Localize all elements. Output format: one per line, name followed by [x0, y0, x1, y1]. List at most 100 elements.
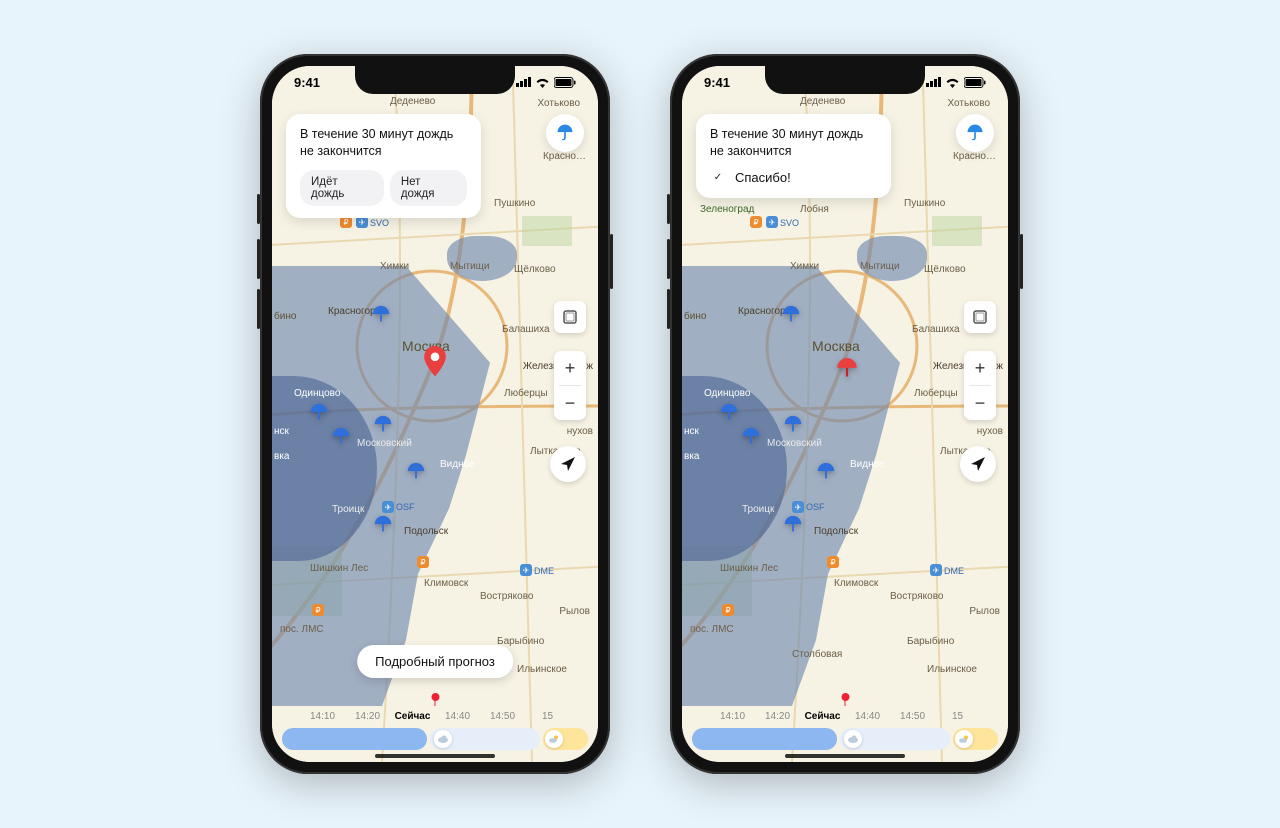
- phone-mockup-left: Деденево Хотьково Зеленоград Лобня Пушки…: [260, 54, 610, 774]
- forecast-segment-rain: [282, 728, 427, 750]
- timeline-tick: 14:10: [300, 711, 345, 722]
- timeline-scrubber[interactable]: 14:10 14:20 Сейчас 14:40 14:50 15: [272, 706, 598, 726]
- city-label: нухов: [567, 426, 593, 437]
- city-label: Климовск: [834, 578, 878, 589]
- locate-me-button[interactable]: [960, 446, 996, 482]
- city-label: Люберцы: [914, 388, 958, 399]
- forecast-segment-cloudy: [430, 728, 540, 750]
- umbrella-report-icon[interactable]: [330, 426, 352, 448]
- city-label: Деденево: [800, 96, 845, 107]
- zoom-controls: + −: [554, 351, 586, 420]
- forecast-strip[interactable]: [282, 728, 588, 750]
- city-label: Востряково: [890, 591, 944, 602]
- zoom-out-button[interactable]: −: [554, 386, 586, 420]
- forecast-card: В течение 30 минут дождь не закончится ✓…: [696, 114, 891, 198]
- umbrella-report-icon[interactable]: [780, 304, 802, 326]
- zoom-controls: + −: [964, 351, 996, 420]
- city-label: Хотьково: [538, 98, 581, 109]
- feedback-rain-button[interactable]: Идёт дождь: [300, 170, 384, 206]
- poi-label: SVO: [780, 218, 799, 228]
- timeline-now-marker: [845, 698, 846, 706]
- city-label: Хотьково: [948, 98, 991, 109]
- timeline-tick: 14:20: [345, 711, 390, 722]
- umbrella-report-icon[interactable]: [308, 402, 330, 424]
- timeline-tick-now: Сейчас: [390, 711, 435, 722]
- home-indicator: [375, 754, 495, 758]
- city-label: бино: [684, 311, 706, 322]
- umbrella-report-icon[interactable]: [782, 514, 804, 536]
- timeline-tick: 15: [935, 711, 980, 722]
- timeline-scrubber[interactable]: 14:10 14:20 Сейчас 14:40 14:50 15: [682, 706, 1008, 726]
- poi-airport-icon: ✈: [356, 216, 368, 228]
- city-label: нск: [274, 426, 289, 437]
- city-label: Подольск: [814, 526, 858, 537]
- screen: Деденево Хотьково Зеленоград Лобня Пушки…: [272, 66, 598, 762]
- city-label: Щёлково: [924, 264, 966, 275]
- poi-ruble-icon: ₽: [750, 216, 762, 228]
- timeline-tick: 14:50: [890, 711, 935, 722]
- locate-me-button[interactable]: [550, 446, 586, 482]
- rain-overlay-blob: [857, 236, 927, 281]
- forecast-message: В течение 30 минут дождь не закончится: [300, 126, 467, 160]
- cloud-icon: [434, 730, 452, 748]
- forecast-segment-sunny: [543, 728, 588, 750]
- precipitation-toggle-button[interactable]: [546, 114, 584, 152]
- city-label: Мытищи: [450, 261, 490, 272]
- home-indicator: [785, 754, 905, 758]
- city-label: вка: [274, 451, 289, 462]
- umbrella-report-icon[interactable]: [370, 304, 392, 326]
- city-label: Зеленоград: [700, 204, 754, 215]
- poi-ruble-icon: ₽: [340, 216, 352, 228]
- city-label: Химки: [380, 261, 409, 272]
- rain-overlay-blob: [447, 236, 517, 281]
- cellular-signal-icon: [516, 77, 531, 87]
- umbrella-report-icon[interactable]: [372, 414, 394, 436]
- city-label: вка: [684, 451, 699, 462]
- umbrella-report-icon[interactable]: [740, 426, 762, 448]
- city-label: Лобня: [800, 204, 829, 215]
- screen: Деденево Хотьково Зеленоград Лобня Пушки…: [682, 66, 1008, 762]
- umbrella-report-icon[interactable]: [815, 461, 837, 483]
- precipitation-toggle-button[interactable]: [956, 114, 994, 152]
- timeline-tick: 14:20: [755, 711, 800, 722]
- city-label: Барыбино: [907, 636, 954, 647]
- zoom-in-button[interactable]: +: [554, 351, 586, 385]
- city-label: Пушкино: [494, 198, 535, 209]
- poi-ruble-icon: ₽: [827, 556, 839, 568]
- location-pin-icon: [422, 346, 448, 380]
- wifi-icon: [945, 77, 960, 88]
- layers-button[interactable]: [554, 301, 586, 333]
- umbrella-report-icon[interactable]: [718, 402, 740, 424]
- timeline-tick: 14:10: [710, 711, 755, 722]
- forecast-strip[interactable]: [692, 728, 998, 750]
- city-label: Балашиха: [502, 324, 550, 335]
- city-label: Климовск: [424, 578, 468, 589]
- umbrella-report-icon[interactable]: [405, 461, 427, 483]
- city-label: Ильинское: [517, 664, 567, 675]
- timeline-tick: 14:40: [845, 711, 890, 722]
- poi-label: OSF: [806, 502, 825, 512]
- feedback-no-rain-button[interactable]: Нет дождя: [390, 170, 467, 206]
- poi-label: DME: [944, 566, 964, 576]
- city-label: пос. ЛМС: [280, 624, 324, 635]
- poi-label: OSF: [396, 502, 415, 512]
- poi-airport-icon: ✈: [382, 501, 394, 513]
- feedback-thanks-row: ✓ Спасибо!: [710, 170, 877, 186]
- city-label: Московский: [357, 438, 412, 449]
- wifi-icon: [535, 77, 550, 88]
- zoom-out-button[interactable]: −: [964, 386, 996, 420]
- forecast-segment-cloudy: [840, 728, 950, 750]
- layers-button[interactable]: [964, 301, 996, 333]
- city-label: Востряково: [480, 591, 534, 602]
- device-notch: [765, 66, 925, 94]
- detailed-forecast-button[interactable]: Подробный прогноз: [357, 645, 513, 678]
- city-label: Столбовая: [792, 649, 842, 660]
- city-label: Барыбино: [497, 636, 544, 647]
- city-label-moscow: Москва: [812, 338, 860, 354]
- umbrella-report-icon[interactable]: [372, 514, 394, 536]
- umbrella-report-icon[interactable]: [782, 414, 804, 436]
- city-label: Балашиха: [912, 324, 960, 335]
- zoom-in-button[interactable]: +: [964, 351, 996, 385]
- city-label: Московский: [767, 438, 822, 449]
- thanks-label: Спасибо!: [735, 170, 791, 185]
